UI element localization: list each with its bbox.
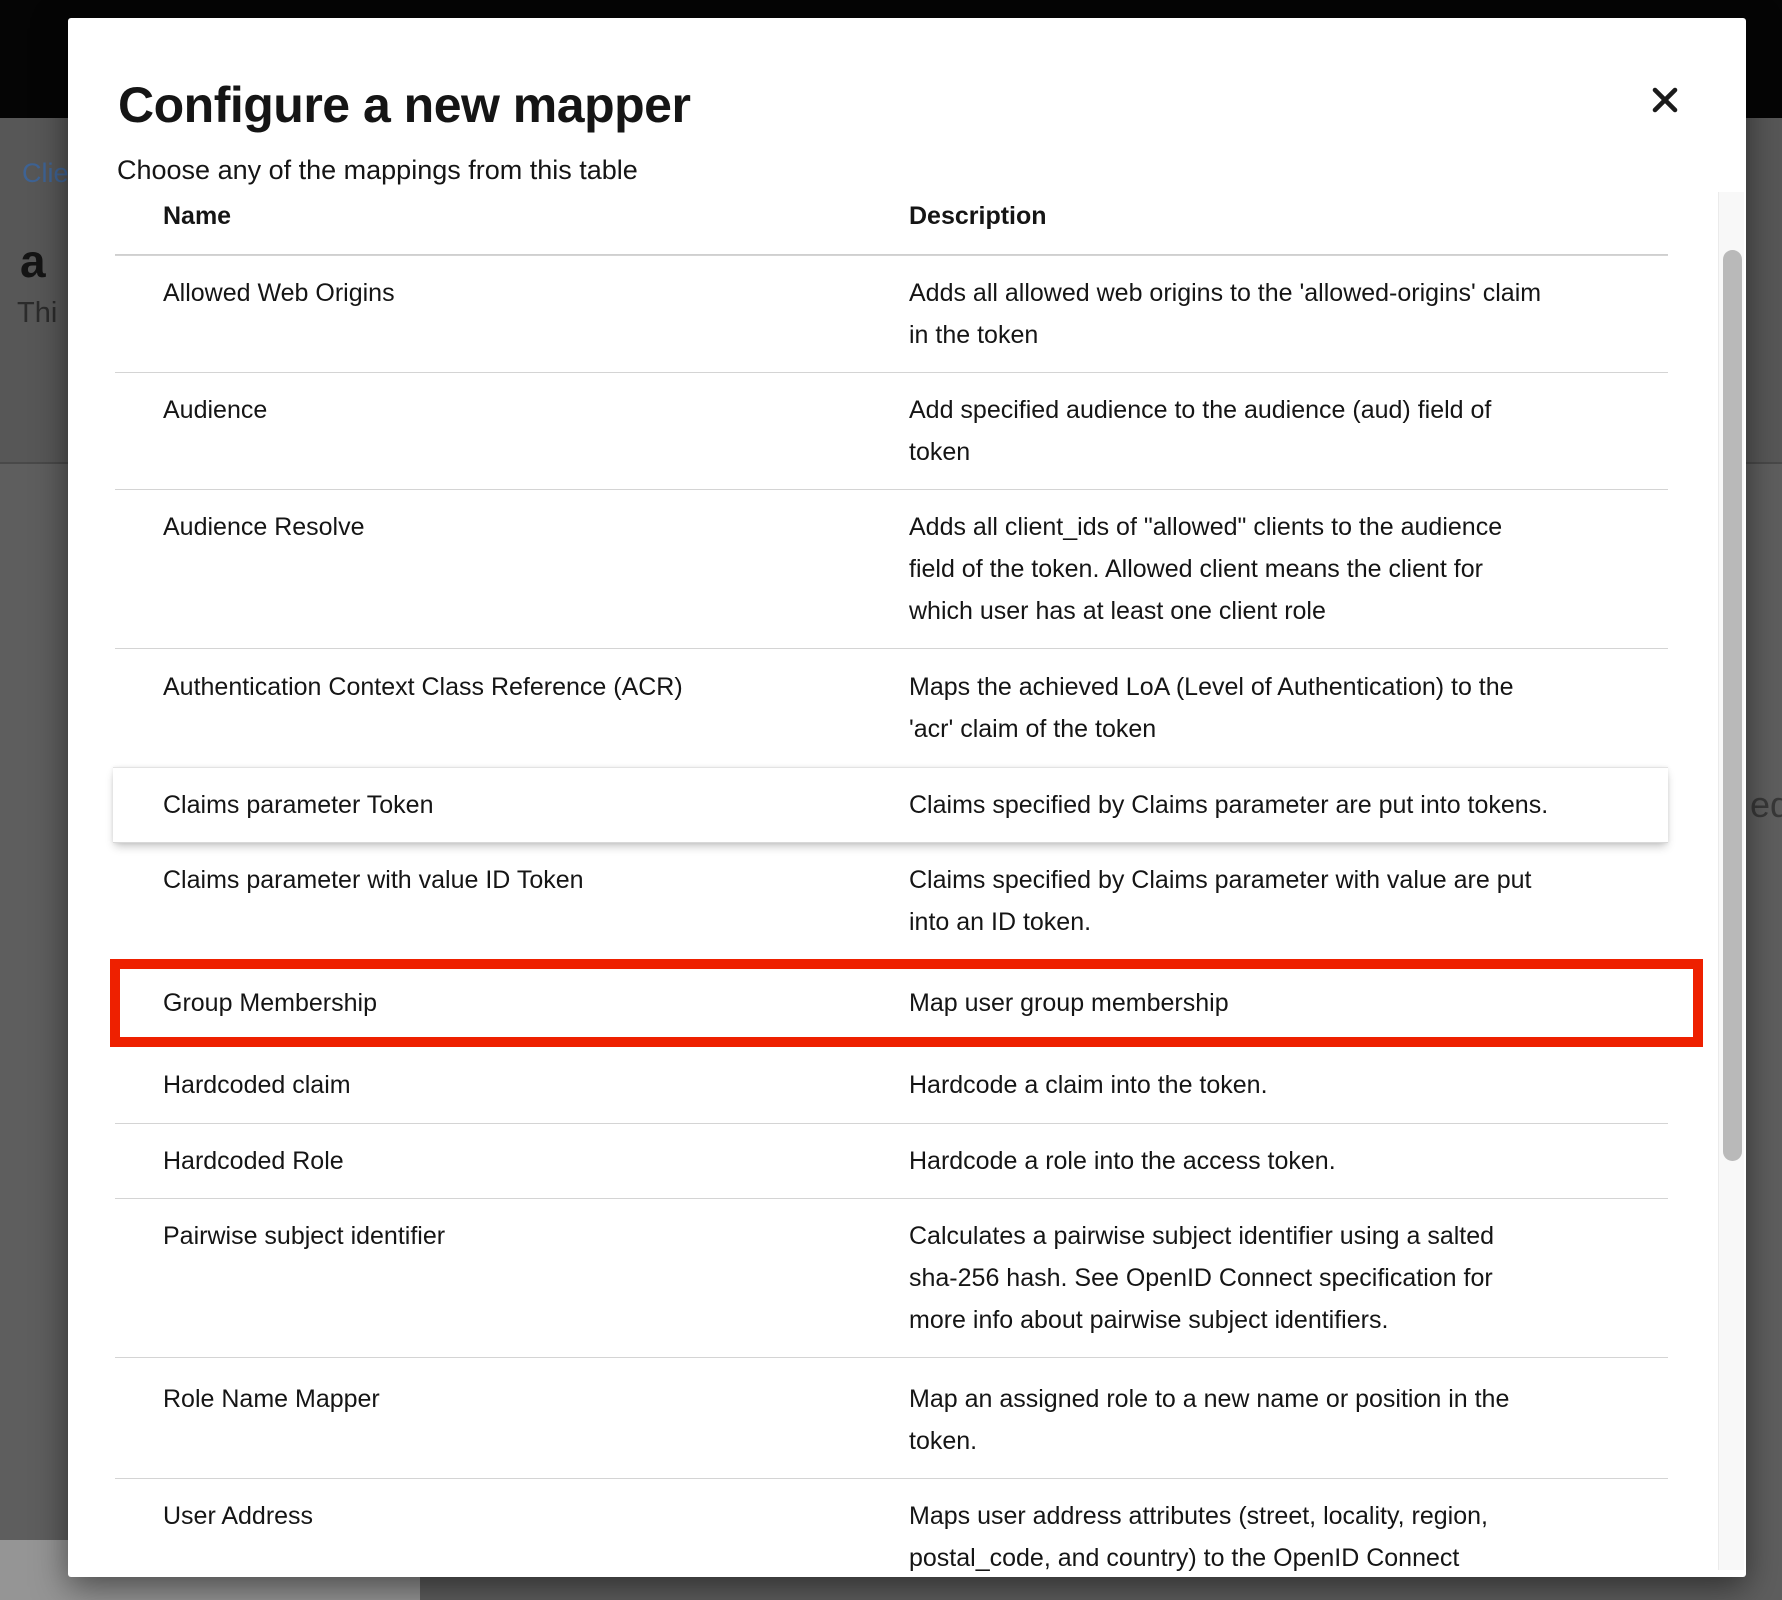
table-header-row: Name Description <box>115 190 1668 255</box>
mapper-description: Map an assigned role to a new name or po… <box>909 1378 1639 1462</box>
table-row[interactable]: Claims parameter with value ID Token Cla… <box>115 843 1668 959</box>
table-row[interactable]: Group Membership Map user group membersh… <box>110 959 1703 1047</box>
backdrop-text-fragment: ed <box>1750 784 1782 826</box>
mapper-name: Claims parameter with value ID Token <box>115 859 909 943</box>
table-body: Allowed Web Origins Adds all allowed web… <box>115 255 1668 1577</box>
mapper-name: Authentication Context Class Reference (… <box>115 666 909 750</box>
mapper-description: Claims specified by Claims parameter wit… <box>909 859 1639 943</box>
page-title: a <box>20 234 46 288</box>
mapper-description: Adds all client_ids of "allowed" clients… <box>909 506 1639 632</box>
configure-mapper-modal: Configure a new mapper Choose any of the… <box>68 18 1746 1577</box>
table-row[interactable]: Pairwise subject identifier Calculates a… <box>115 1198 1668 1357</box>
mapper-name: Audience <box>115 389 909 473</box>
table-row[interactable]: Allowed Web Origins Adds all allowed web… <box>115 255 1668 372</box>
table-row[interactable]: Authentication Context Class Reference (… <box>115 648 1668 767</box>
mapper-description: Hardcode a claim into the token. <box>909 1064 1639 1106</box>
mapper-name: Hardcoded Role <box>115 1140 909 1182</box>
mapper-description: Maps user address attributes (street, lo… <box>909 1495 1639 1577</box>
mapper-name: Pairwise subject identifier <box>115 1215 909 1341</box>
table-row[interactable]: Hardcoded claim Hardcode a claim into th… <box>115 1047 1668 1123</box>
breadcrumb: Clie <box>22 158 69 189</box>
mapper-name: Role Name Mapper <box>115 1378 909 1462</box>
mapper-description: Maps the achieved LoA (Level of Authenti… <box>909 666 1639 750</box>
modal-title: Configure a new mapper <box>118 74 1746 136</box>
table-row[interactable]: Hardcoded Role Hardcode a role into the … <box>115 1123 1668 1198</box>
modal-subtitle: Choose any of the mappings from this tab… <box>117 152 1746 188</box>
mapper-name: Allowed Web Origins <box>115 272 909 356</box>
mapper-name: User Address <box>115 1495 909 1577</box>
scrollbar-track[interactable] <box>1718 192 1744 1570</box>
table-row[interactable]: Audience Resolve Adds all client_ids of … <box>115 489 1668 648</box>
table-row[interactable]: Claims parameter Token Claims specified … <box>113 767 1668 843</box>
column-header-description: Description <box>909 198 1639 234</box>
mapper-description: Map user group membership <box>909 982 1639 1024</box>
scrollbar-thumb[interactable] <box>1723 250 1742 1161</box>
page-description: Thi <box>17 297 57 330</box>
table-row[interactable]: User Address Maps user address attribute… <box>115 1478 1668 1577</box>
table-row[interactable]: Role Name Mapper Map an assigned role to… <box>115 1357 1668 1478</box>
mapper-name: Audience Resolve <box>115 506 909 632</box>
mapper-name: Group Membership <box>120 982 909 1024</box>
close-icon <box>1652 87 1678 113</box>
column-header-name: Name <box>115 198 909 234</box>
mapper-description: Adds all allowed web origins to the 'all… <box>909 272 1639 356</box>
close-button[interactable] <box>1645 80 1685 120</box>
table-row[interactable]: Audience Add specified audience to the a… <box>115 372 1668 489</box>
mapper-description: Calculates a pairwise subject identifier… <box>909 1215 1639 1341</box>
mapper-description: Claims specified by Claims parameter are… <box>909 784 1639 826</box>
mapper-table: Name Description Allowed Web Origins Add… <box>115 190 1668 1577</box>
mapper-description: Hardcode a role into the access token. <box>909 1140 1639 1182</box>
mapper-description: Add specified audience to the audience (… <box>909 389 1639 473</box>
mapper-name: Hardcoded claim <box>115 1064 909 1106</box>
mapper-name: Claims parameter Token <box>115 784 909 826</box>
